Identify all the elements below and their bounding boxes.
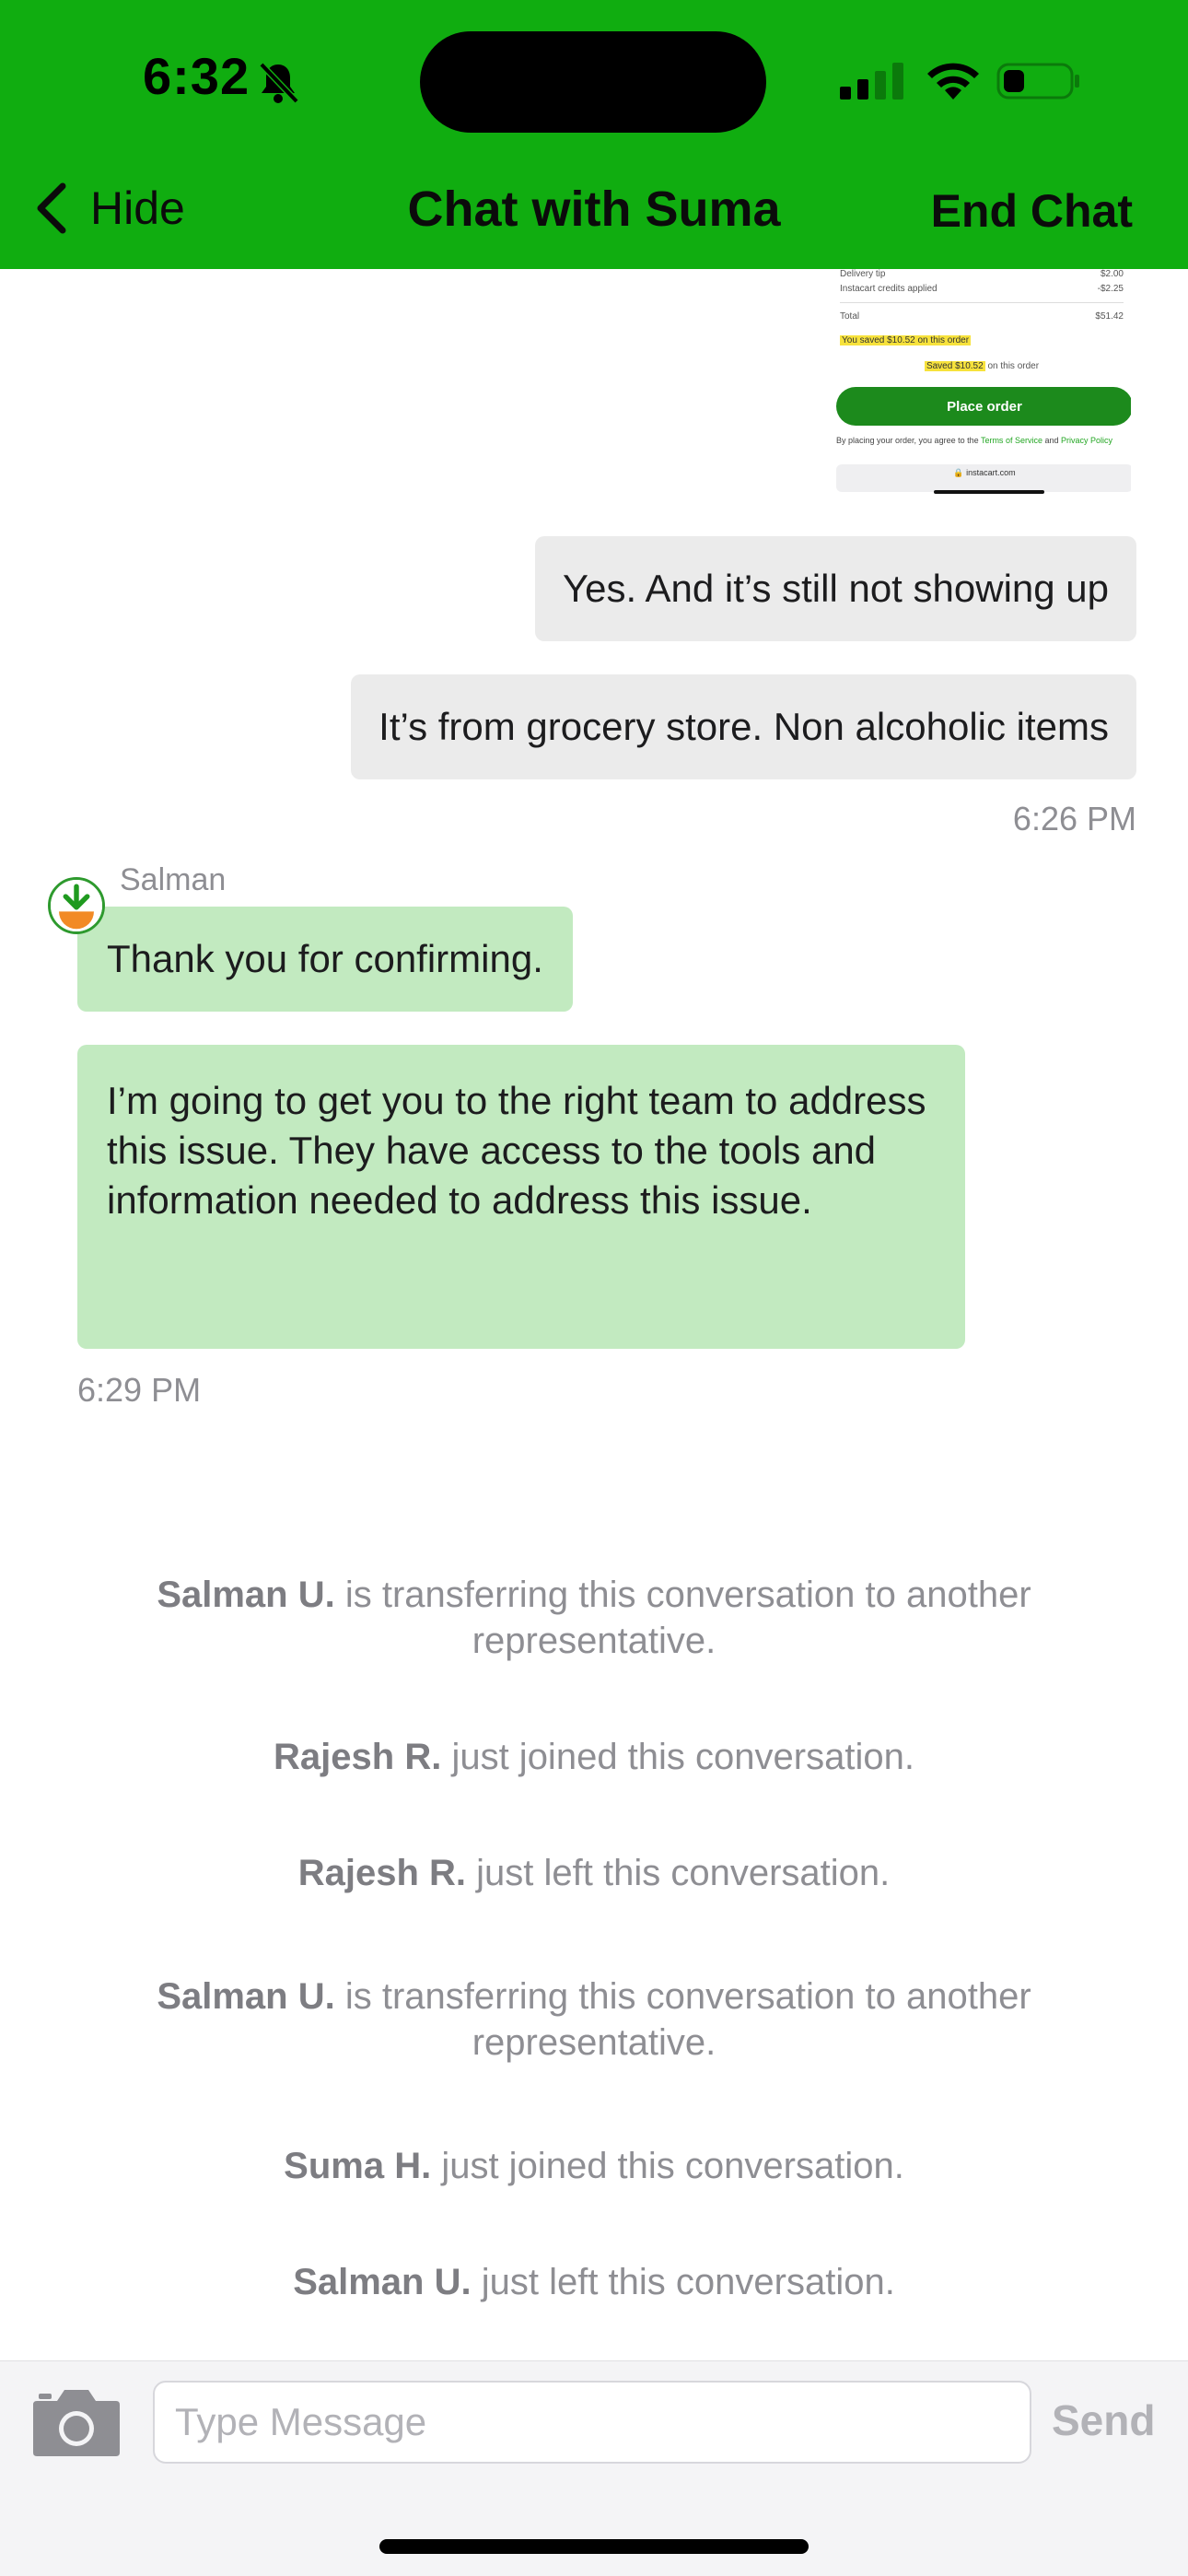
system-message-text: just left this conversation. xyxy=(466,1853,891,1893)
system-message-name: Suma H. xyxy=(284,2146,432,2186)
policy-text: By placing your order, you agree to the … xyxy=(836,435,1127,446)
agent-name: Salman xyxy=(120,862,227,897)
privacy-link: Privacy Policy xyxy=(1061,436,1113,445)
chevron-left-icon xyxy=(37,182,66,234)
agent-message-timestamp: 6:29 PM xyxy=(77,1371,202,1409)
receipt-row-label: Total xyxy=(840,311,860,322)
system-message-name: Rajesh R. xyxy=(274,1737,442,1777)
saved-badge-suffix: on this order xyxy=(987,361,1040,371)
agent-message-bubble[interactable]: I’m going to get you to the right team t… xyxy=(77,1045,965,1349)
user-message-bubble[interactable]: It’s from grocery store. Non alcoholic i… xyxy=(351,674,1136,779)
cellular-signal-icon xyxy=(840,63,903,100)
receipt-saved-line: You saved $10.52 on this order xyxy=(840,335,1124,345)
hide-label: Hide xyxy=(90,182,185,234)
battery-icon xyxy=(996,63,1079,100)
system-message-text: just left this conversation. xyxy=(471,2262,895,2302)
system-message: Rajesh R. just joined this conversation. xyxy=(0,1734,1188,1780)
carrot-avatar-icon xyxy=(51,880,102,931)
receipt-row-value: $2.00 xyxy=(1100,269,1124,279)
policy-prefix: By placing your order, you agree to the xyxy=(836,436,981,445)
system-message-text: is transferring this conversation to ano… xyxy=(334,1575,1031,1661)
send-button[interactable]: Send xyxy=(1052,2395,1155,2445)
url-bar: 🔒 instacart.com xyxy=(836,464,1131,492)
system-message-name: Salman U. xyxy=(157,1976,335,2017)
status-time: 6:32 xyxy=(143,47,250,105)
user-message-timestamp: 6:26 PM xyxy=(1012,800,1136,837)
agent-avatar xyxy=(48,877,105,934)
system-message: Salman U. is transferring this conversat… xyxy=(0,1973,1188,2066)
system-message: Rajesh R. just left this conversation. xyxy=(0,1850,1188,1896)
saved-badge: Saved $10.52 xyxy=(924,361,985,371)
place-order-button: Place order xyxy=(836,387,1131,426)
receipt-row-label: Instacart credits applied xyxy=(840,284,938,294)
system-message-text: just joined this conversation. xyxy=(441,1737,914,1777)
wifi-icon xyxy=(927,63,979,100)
message-input[interactable] xyxy=(153,2381,1031,2464)
system-message-name: Salman U. xyxy=(157,1575,335,1615)
receipt-total-row: Total $51.42 xyxy=(840,311,1124,322)
system-message-text: just joined this conversation. xyxy=(431,2146,904,2186)
camera-icon[interactable] xyxy=(31,2386,122,2458)
receipt-row-value: -$2.25 xyxy=(1097,284,1124,294)
system-message-name: Salman U. xyxy=(293,2262,472,2302)
agent-message-text: I’m going to get you to the right team t… xyxy=(107,1079,926,1222)
agent-message-text: Thank you for confirming. xyxy=(107,937,543,980)
system-message: Salman U. just left this conversation. xyxy=(0,2259,1188,2305)
end-chat-button[interactable]: End Chat xyxy=(931,184,1133,238)
hide-button[interactable]: Hide xyxy=(31,181,185,236)
saved-line-text: You saved $10.52 on this order xyxy=(840,335,972,345)
saved-badge-row: Saved $10.52 on this order xyxy=(833,361,1131,371)
system-message-name: Rajesh R. xyxy=(297,1853,467,1893)
dynamic-island xyxy=(420,31,766,133)
terms-link: Terms of Service xyxy=(980,436,1042,445)
header-bar: 6:32 Hide Chat with Suma End Chat xyxy=(0,0,1188,269)
receipt-row: Delivery tip $2.00 xyxy=(840,269,1124,279)
bell-slash-icon xyxy=(259,62,299,104)
receipt-row-label: Delivery tip xyxy=(840,269,886,279)
system-message-text: is transferring this conversation to ano… xyxy=(334,1976,1031,2063)
user-message-bubble[interactable]: Yes. And it’s still not showing up xyxy=(534,536,1136,641)
url-text: instacart.com xyxy=(966,468,1016,477)
policy-and: and xyxy=(1042,436,1061,445)
user-message-text: It’s from grocery store. Non alcoholic i… xyxy=(379,705,1109,748)
receipt-home-indicator xyxy=(934,490,1044,494)
system-message: Suma H. just joined this conversation. xyxy=(0,2143,1188,2189)
chat-title: Chat with Suma xyxy=(407,181,781,237)
receipt-row: Instacart credits applied -$2.25 xyxy=(840,284,1124,294)
system-message: Salman U. is transferring this conversat… xyxy=(0,1572,1188,1664)
receipt-row-value: $51.42 xyxy=(1095,311,1124,322)
receipt-screenshot-attachment[interactable]: Delivery tip $2.00 Instacart credits app… xyxy=(833,269,1131,499)
user-message-text: Yes. And it’s still not showing up xyxy=(562,567,1109,610)
home-indicator xyxy=(379,2539,809,2554)
agent-message-bubble[interactable]: Thank you for confirming. xyxy=(77,907,573,1012)
